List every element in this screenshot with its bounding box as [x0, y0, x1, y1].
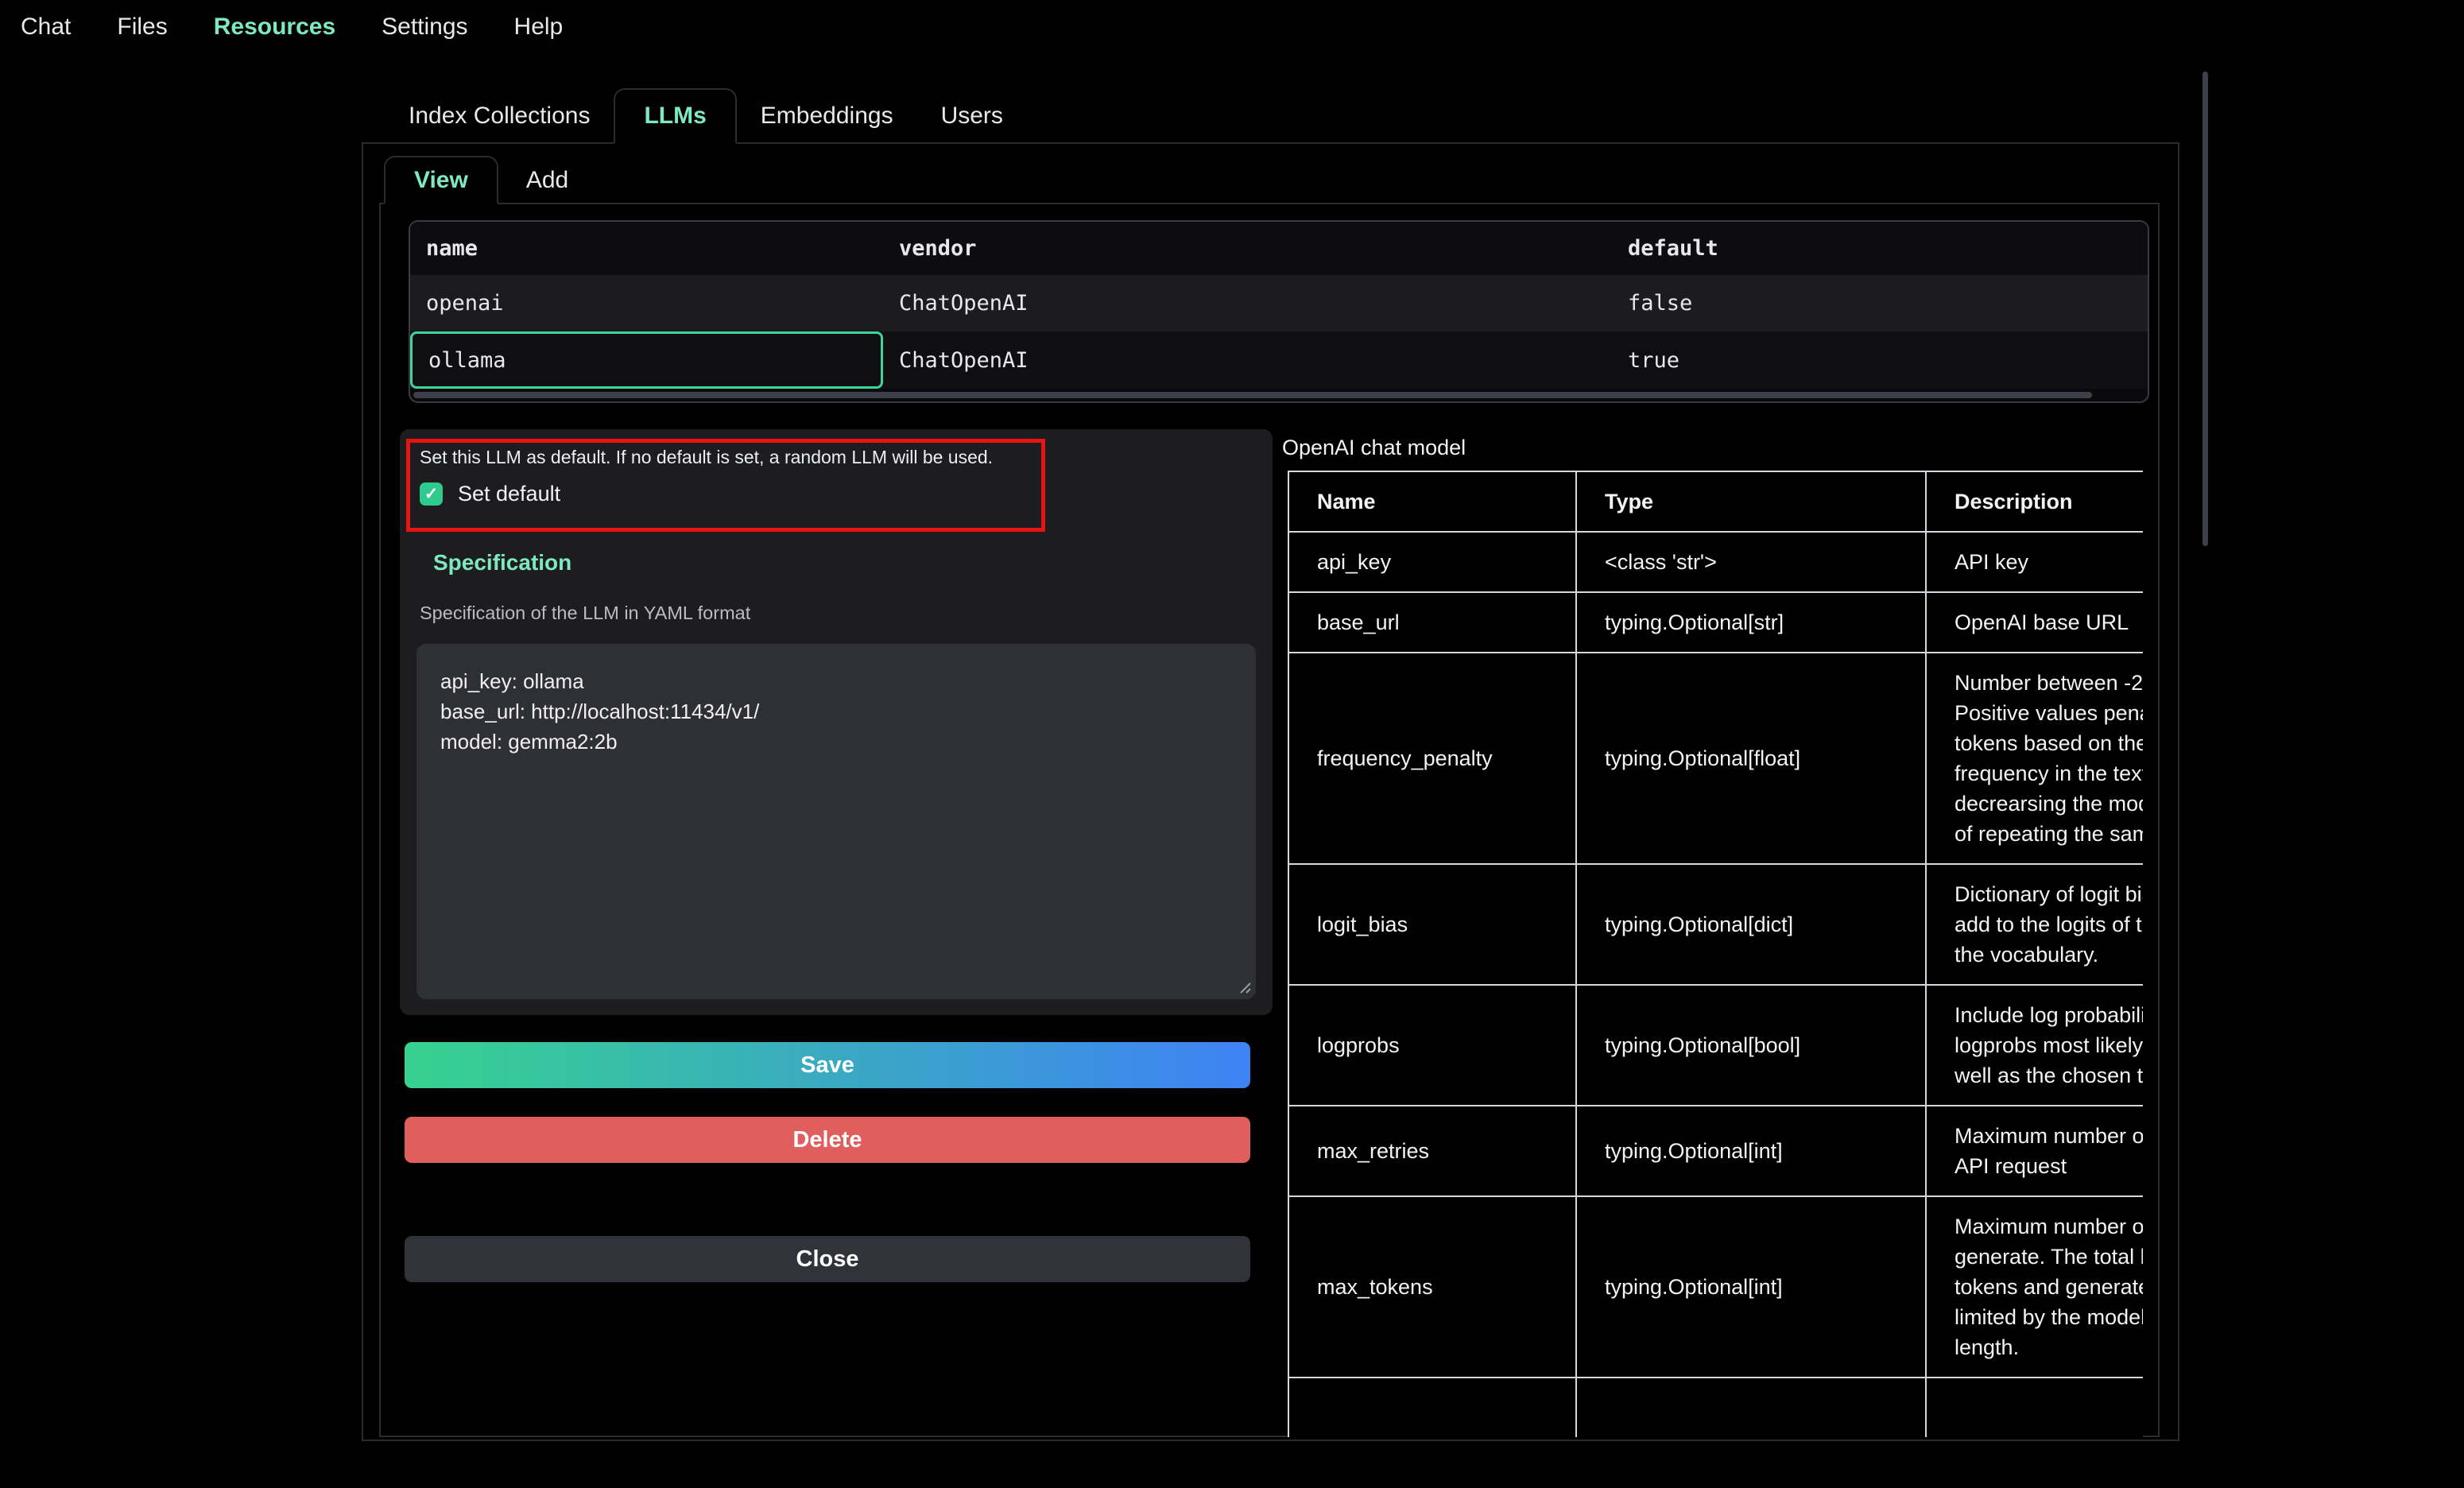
param-cell-type: typing.Optional[int] [1576, 1106, 1926, 1196]
specification-heading: Specification [433, 550, 571, 575]
param-cell-description: Number between -2.0 and 2.0. Positive va… [1926, 653, 2143, 864]
llm-detail-card: Set this LLM as default. If no default i… [400, 429, 1273, 1015]
specification-sublabel: Specification of the LLM in YAML format [420, 603, 750, 624]
param-row-frequency-penalty: frequency_penaltytyping.Optional[float]N… [1288, 653, 2143, 864]
subtab-add[interactable]: Add [498, 167, 596, 194]
tab-users[interactable]: Users [917, 103, 1027, 130]
llm-row-openai[interactable]: openaiChatOpenAIfalse [410, 275, 2148, 331]
close-button[interactable]: Close [405, 1236, 1250, 1282]
nav-item-help[interactable]: Help [514, 14, 564, 41]
param-cell-empty [1576, 1378, 1926, 1437]
llm-cell-vendor[interactable]: ChatOpenAI [883, 331, 1612, 389]
param-cell-description: API key [1926, 532, 2143, 592]
nav-item-chat[interactable]: Chat [21, 14, 71, 41]
param-cell-empty [1288, 1378, 1576, 1437]
param-cell-description: Include log probabilities on the logprob… [1926, 985, 2143, 1106]
llm-cell-name[interactable]: ollama [410, 331, 883, 389]
llm-cell-default[interactable]: false [1612, 275, 2148, 331]
param-cell-name: max_tokens [1288, 1196, 1576, 1378]
param-cell-name: max_retries [1288, 1106, 1576, 1196]
param-cell-type: typing.Optional[bool] [1576, 985, 1926, 1106]
tab-index-collections[interactable]: Index Collections [385, 103, 614, 130]
param-cell-description: Maximum number of retries for the API re… [1926, 1106, 2143, 1196]
llm-column-header-name: name [410, 222, 883, 275]
param-cell-name: logprobs [1288, 985, 1576, 1106]
param-column-header-description: Description [1926, 471, 2143, 532]
checkmark-icon: ✓ [424, 484, 439, 504]
subtab-view[interactable]: View [384, 156, 498, 204]
llm-cell-default[interactable]: true [1612, 331, 2148, 389]
llm-row-ollama[interactable]: ollamaChatOpenAItrue [410, 331, 2148, 389]
param-cell-type: <class 'str'> [1576, 532, 1926, 592]
param-row-partial [1288, 1378, 2143, 1437]
model-params-title: OpenAI chat model [1282, 436, 1466, 460]
param-cell-empty [1926, 1378, 2143, 1437]
top-nav: Chat Files Resources Settings Help [21, 8, 563, 46]
llm-cell-name[interactable]: openai [410, 275, 883, 331]
param-cell-type: typing.Optional[float] [1576, 653, 1926, 864]
resize-handle-icon[interactable] [1234, 976, 1253, 999]
nav-item-files[interactable]: Files [117, 14, 167, 41]
save-button[interactable]: Save [405, 1042, 1250, 1088]
tab-llms[interactable]: LLMs [614, 88, 736, 144]
param-cell-name: base_url [1288, 592, 1576, 653]
param-column-header-name: Name [1288, 471, 1576, 532]
llm-list-table: namevendordefaultopenaiChatOpenAIfalseol… [409, 220, 2149, 403]
nav-item-settings[interactable]: Settings [382, 14, 467, 41]
model-params-table: NameTypeDescription api_key<class 'str'>… [1288, 471, 2143, 1437]
vertical-scrollbar-thumb[interactable] [2202, 72, 2208, 546]
param-cell-description: Dictionary of logit bias values to add t… [1926, 864, 2143, 985]
nav-item-resources[interactable]: Resources [214, 14, 335, 41]
param-row-logit-bias: logit_biastyping.Optional[dict]Dictionar… [1288, 864, 2143, 985]
resource-tabs: Index CollectionsLLMsEmbeddingsUsers [362, 88, 1027, 144]
model-params-header: NameTypeDescription [1288, 471, 2143, 532]
param-cell-type: typing.Optional[dict] [1576, 864, 1926, 985]
horizontal-scrollbar-thumb[interactable] [413, 392, 2092, 398]
view-add-tabs: ViewAdd [379, 156, 596, 204]
param-cell-description: Maximum number of tokens to generate. Th… [1926, 1196, 2143, 1378]
param-row-max-tokens: max_tokenstyping.Optional[int]Maximum nu… [1288, 1196, 2143, 1378]
model-params-body: api_key<class 'str'>API keybase_urltypin… [1288, 532, 2143, 1437]
param-cell-name: logit_bias [1288, 864, 1576, 985]
set-default-label: Set default [458, 482, 560, 506]
llm-column-header-vendor: vendor [883, 222, 1612, 275]
model-params-header-row: NameTypeDescription [1288, 471, 2143, 532]
tab-embeddings[interactable]: Embeddings [737, 103, 917, 130]
param-column-header-type: Type [1576, 471, 1926, 532]
model-params-wrapper: NameTypeDescription api_key<class 'str'>… [1288, 471, 2143, 1437]
llm-column-header-default: default [1612, 222, 2148, 275]
llm-list-rows: namevendordefaultopenaiChatOpenAIfalseol… [410, 222, 2148, 389]
param-cell-type: typing.Optional[str] [1576, 592, 1926, 653]
param-cell-name: api_key [1288, 532, 1576, 592]
delete-button[interactable]: Delete [405, 1117, 1250, 1163]
app-window: Chat Files Resources Settings Help Index Col… [0, 0, 2464, 1488]
llm-cell-vendor[interactable]: ChatOpenAI [883, 275, 1612, 331]
set-default-checkbox[interactable]: ✓ [420, 482, 443, 506]
param-row-base-url: base_urltyping.Optional[str]OpenAI base … [1288, 592, 2143, 653]
param-cell-type: typing.Optional[int] [1576, 1196, 1926, 1378]
param-row-logprobs: logprobstyping.Optional[bool]Include log… [1288, 985, 2143, 1106]
set-default-row: ✓ Set default [420, 482, 560, 506]
set-default-note: Set this LLM as default. If no default i… [420, 447, 993, 468]
yaml-spec-textarea[interactable]: api_key: ollama base_url: http://localho… [416, 644, 1256, 999]
param-cell-name: frequency_penalty [1288, 653, 1576, 864]
param-row-max-retries: max_retriestyping.Optional[int]Maximum n… [1288, 1106, 2143, 1196]
param-row-api-key: api_key<class 'str'>API key [1288, 532, 2143, 592]
llm-table-header-row: namevendordefault [410, 222, 2148, 275]
param-cell-description: OpenAI base URL [1926, 592, 2143, 653]
